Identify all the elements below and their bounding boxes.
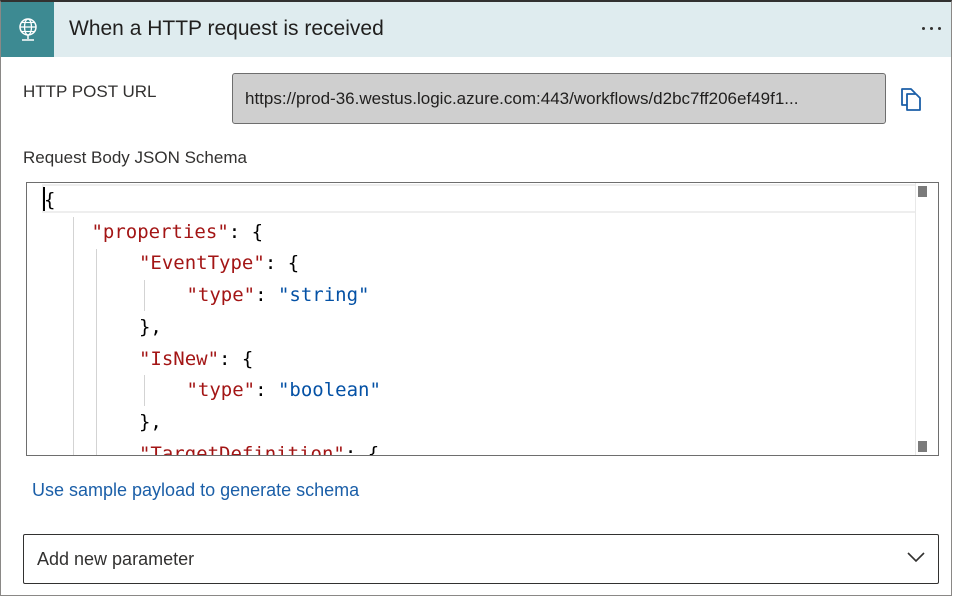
indent-guide bbox=[96, 249, 97, 455]
json-key: "IsNew" bbox=[138, 347, 220, 370]
http-trigger-card: When a HTTP request is received HTTP POS… bbox=[0, 0, 952, 596]
globe-icon bbox=[18, 17, 37, 41]
editor-scrollbar[interactable] bbox=[915, 183, 938, 455]
ellipsis-icon bbox=[921, 26, 925, 30]
json-key: "EventType" bbox=[138, 252, 265, 275]
http-post-url-field[interactable]: https://prod-36.westus.logic.azure.com:4… bbox=[232, 73, 886, 124]
http-post-url-value: https://prod-36.westus.logic.azure.com:4… bbox=[245, 88, 799, 108]
json-key: "type" bbox=[186, 379, 256, 402]
json-punctuation: : { bbox=[228, 220, 264, 243]
request-body-schema-label: Request Body JSON Schema bbox=[23, 148, 247, 167]
indent-guide bbox=[144, 280, 145, 311]
json-key: "TargetDefinition" bbox=[138, 442, 345, 456]
trigger-icon-tile bbox=[1, 2, 54, 57]
indent-guide bbox=[73, 217, 74, 455]
json-schema-editor[interactable]: {"properties": {"EventType": {"type": "s… bbox=[26, 182, 939, 456]
ellipsis-dot bbox=[929, 26, 933, 30]
code-line: "TargetDefinition": { bbox=[138, 438, 380, 456]
code-line: "EventType": { bbox=[139, 247, 299, 279]
code-line: { bbox=[44, 184, 55, 216]
json-key: "type" bbox=[186, 284, 256, 307]
json-string-value: "boolean" bbox=[277, 379, 381, 402]
json-string-value: "string" bbox=[277, 284, 370, 307]
ellipsis-dot bbox=[937, 26, 941, 30]
current-line-highlight bbox=[42, 184, 937, 213]
chevron-down-icon bbox=[907, 552, 925, 563]
json-punctuation: : { bbox=[264, 252, 300, 275]
code-line: "IsNew": { bbox=[139, 343, 253, 375]
json-punctuation: }, bbox=[138, 315, 162, 338]
json-punctuation: : bbox=[255, 379, 278, 402]
code-line: }, bbox=[139, 311, 162, 343]
code-line: }, bbox=[139, 406, 162, 438]
copy-icon[interactable] bbox=[897, 85, 925, 113]
scrollbar-thumb-top[interactable] bbox=[918, 186, 927, 197]
more-options-button[interactable] bbox=[917, 14, 945, 42]
use-sample-payload-link[interactable]: Use sample payload to generate schema bbox=[32, 480, 359, 501]
code-line: "type": "string" bbox=[186, 279, 369, 311]
json-key: "properties" bbox=[91, 220, 229, 243]
json-punctuation: : { bbox=[219, 347, 254, 370]
json-punctuation: { bbox=[44, 189, 56, 211]
json-punctuation: : { bbox=[344, 442, 380, 456]
http-post-url-label: HTTP POST URL bbox=[23, 82, 157, 101]
add-new-parameter-dropdown[interactable]: Add new parameter bbox=[23, 534, 939, 584]
card-title: When a HTTP request is received bbox=[69, 17, 384, 40]
json-punctuation: }, bbox=[138, 410, 162, 433]
add-new-parameter-label: Add new parameter bbox=[37, 548, 195, 569]
scrollbar-thumb-bottom[interactable] bbox=[918, 441, 927, 452]
card-header[interactable]: When a HTTP request is received bbox=[1, 2, 951, 57]
json-punctuation: : bbox=[255, 284, 278, 307]
indent-guide bbox=[144, 375, 145, 406]
code-line: "type": "boolean" bbox=[186, 374, 380, 406]
code-line: "properties": { bbox=[91, 216, 263, 248]
